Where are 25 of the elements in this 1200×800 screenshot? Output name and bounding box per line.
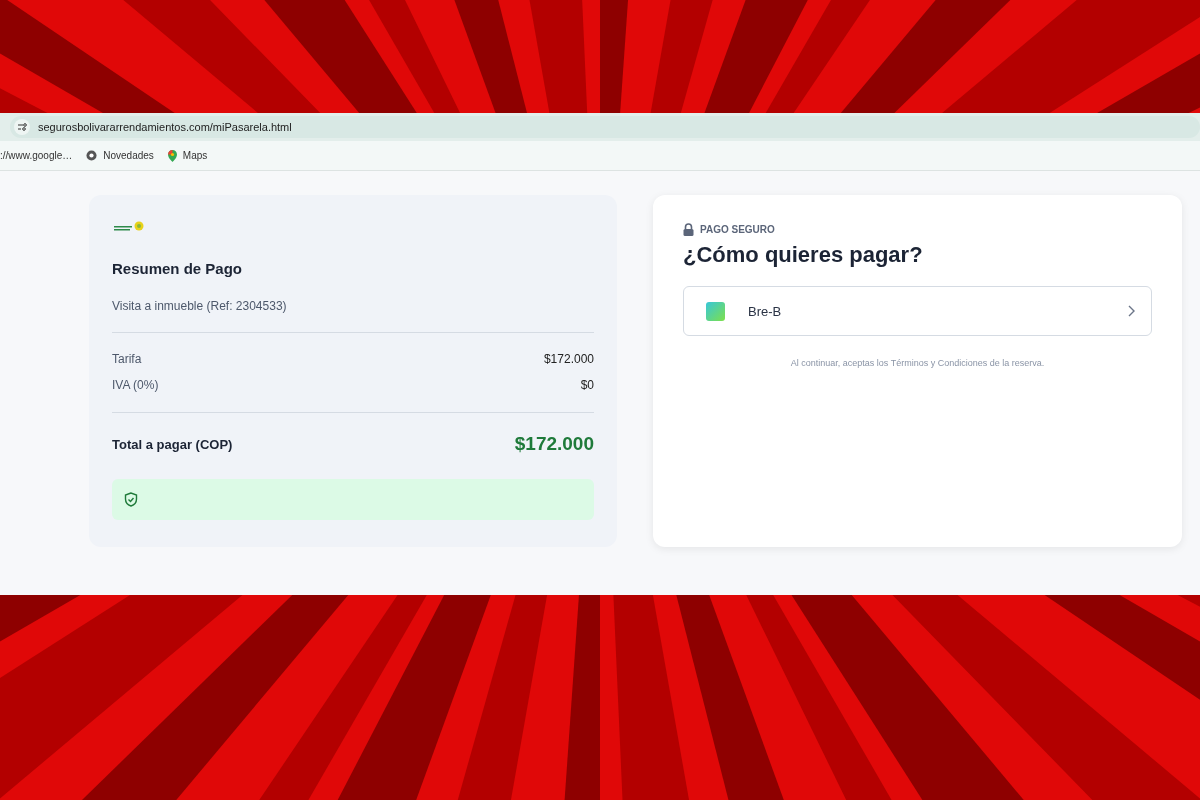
bookmark-link[interactable]: Maps: [182, 150, 208, 161]
payment-logo-icon: [706, 301, 725, 321]
total-label: Total a pagar (COP): [112, 436, 233, 452]
bookmark-link[interactable]: Novedades: [103, 150, 154, 161]
terms-text: Al continuar, aceptas los Términos y Condiciones de la reserva.: [789, 358, 1046, 368]
fee-amount: $172.000: [543, 352, 594, 366]
map-pin-icon: [167, 149, 177, 162]
summary-title: Resumen de Pago: [112, 260, 244, 277]
payment-method-option[interactable]: Bre-B: [683, 286, 1152, 336]
description-text: Visita a inmueble (Ref: 2304533): [112, 299, 288, 313]
payment-title: ¿Cómo quieres pagar?: [683, 242, 924, 268]
fee-amount: $0: [580, 378, 594, 392]
fee-label: Tarifa: [112, 352, 142, 366]
total-amount: $172.000: [514, 433, 594, 455]
browser-logo-icon: [86, 150, 98, 161]
address-bar[interactable]: segurosbolivararrendamientos.com/miPasarela.html: [10, 116, 1200, 138]
company-logo-icon: [112, 221, 146, 232]
shield-check-icon: [124, 492, 138, 507]
site-settings-icon[interactable]: [14, 119, 30, 135]
lock-icon: [683, 223, 694, 236]
secure-label: PAGO SEGURO: [700, 224, 775, 235]
url-text: segurosbolivararrendamientos.com/miPasarela.html: [38, 121, 292, 133]
fee-label: IVA (0%): [112, 378, 159, 392]
chevron-right-icon: [1128, 305, 1135, 317]
bookmark-link[interactable]: ://www.google…: [0, 150, 73, 161]
